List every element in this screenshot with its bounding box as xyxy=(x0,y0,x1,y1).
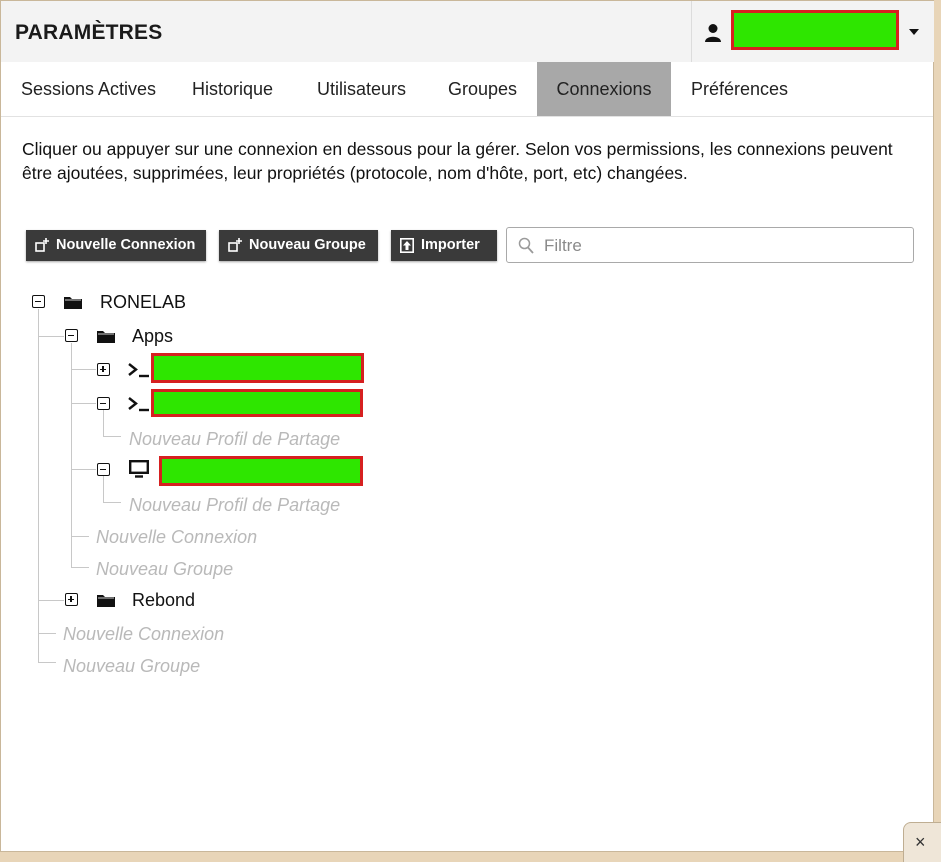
new-connection-label: Nouvelle Connexion xyxy=(56,237,196,253)
chevron-down-icon[interactable] xyxy=(909,29,919,35)
tree-group-ronelab[interactable]: RONELAB xyxy=(100,292,186,313)
tree-line xyxy=(103,476,104,502)
new-group-link[interactable]: Nouveau Groupe xyxy=(63,656,200,677)
close-button[interactable]: × xyxy=(903,822,941,862)
settings-panel: PARAMÈTRES Sessions Actives Historique U… xyxy=(0,0,934,852)
tab-historique[interactable]: Historique xyxy=(172,62,293,116)
folder-icon xyxy=(64,297,82,309)
new-group-label: Nouveau Groupe xyxy=(249,237,366,253)
tree-connection-3-redacted[interactable] xyxy=(159,456,363,486)
folder-icon xyxy=(97,331,115,343)
terminal-icon xyxy=(128,397,149,412)
add-group-icon xyxy=(228,238,242,252)
tree-connection-2-redacted[interactable] xyxy=(151,389,363,417)
collapse-toggle-icon[interactable] xyxy=(32,295,45,308)
add-connection-icon xyxy=(35,238,49,252)
import-label: Importer xyxy=(421,237,480,253)
tab-bar: Sessions Actives Historique Utilisateurs… xyxy=(1,62,933,117)
tree-line xyxy=(38,662,56,663)
close-icon: × xyxy=(915,832,926,852)
new-connection-button[interactable]: Nouvelle Connexion xyxy=(26,230,206,261)
user-name-redacted xyxy=(731,10,899,50)
tree-line xyxy=(103,410,104,436)
tab-connexions[interactable]: Connexions xyxy=(537,62,671,116)
tree-line xyxy=(38,600,64,601)
collapse-toggle-icon[interactable] xyxy=(65,329,78,342)
import-button[interactable]: Importer xyxy=(391,230,497,261)
desktop-icon xyxy=(129,460,149,478)
filter-input[interactable] xyxy=(542,234,906,258)
tab-utilisateurs[interactable]: Utilisateurs xyxy=(297,62,426,116)
tree-group-apps[interactable]: Apps xyxy=(132,326,173,347)
header: PARAMÈTRES xyxy=(1,1,934,63)
page-title: PARAMÈTRES xyxy=(15,21,163,44)
tree-line xyxy=(71,343,72,567)
new-group-button[interactable]: Nouveau Groupe xyxy=(219,230,378,261)
tree-line xyxy=(38,309,39,662)
user-menu[interactable] xyxy=(691,1,934,62)
collapse-toggle-icon[interactable] xyxy=(97,463,110,476)
tree-line xyxy=(71,536,89,537)
new-sharing-profile-link[interactable]: Nouveau Profil de Partage xyxy=(129,429,340,450)
tree-line xyxy=(71,403,96,404)
expand-toggle-icon[interactable] xyxy=(97,363,110,376)
tree-line xyxy=(38,336,64,337)
expand-toggle-icon[interactable] xyxy=(65,593,78,606)
tree-line xyxy=(38,633,56,634)
tree-line xyxy=(71,469,96,470)
tree-group-rebond[interactable]: Rebond xyxy=(132,590,195,611)
tree-line xyxy=(103,502,121,503)
tree-line xyxy=(71,567,89,568)
tab-groupes[interactable]: Groupes xyxy=(428,62,537,116)
tree-connection-1-redacted[interactable] xyxy=(151,353,364,383)
terminal-icon xyxy=(128,363,149,378)
help-text: Cliquer ou appuyer sur une connexion en … xyxy=(22,139,893,183)
user-icon xyxy=(705,24,721,42)
filter-field[interactable] xyxy=(506,227,914,263)
tree-line xyxy=(71,369,96,370)
folder-icon xyxy=(97,595,115,607)
tab-preferences[interactable]: Préférences xyxy=(671,62,808,116)
search-icon xyxy=(518,237,534,254)
new-connection-link[interactable]: Nouvelle Connexion xyxy=(63,624,224,645)
new-connection-link[interactable]: Nouvelle Connexion xyxy=(96,527,257,548)
new-sharing-profile-link[interactable]: Nouveau Profil de Partage xyxy=(129,495,340,516)
collapse-toggle-icon[interactable] xyxy=(97,397,110,410)
upload-icon xyxy=(400,238,414,253)
tab-sessions-actives[interactable]: Sessions Actives xyxy=(1,62,176,116)
new-group-link[interactable]: Nouveau Groupe xyxy=(96,559,233,580)
tree-line xyxy=(103,436,121,437)
